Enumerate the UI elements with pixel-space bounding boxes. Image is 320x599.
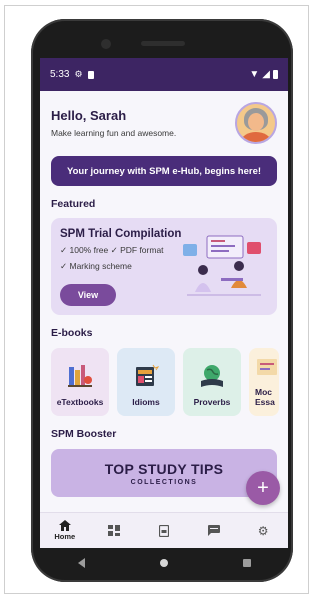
avatar[interactable] bbox=[235, 102, 277, 144]
wifi-icon: ▼ bbox=[249, 69, 260, 80]
nav-home[interactable]: Home bbox=[45, 520, 85, 541]
signal-icon: ◢ bbox=[262, 69, 270, 80]
globe-book-icon bbox=[201, 365, 223, 387]
nav-documents[interactable] bbox=[144, 524, 184, 537]
system-navigation-bar bbox=[40, 548, 288, 578]
ebook-label: Proverbs bbox=[193, 397, 231, 407]
nav-home-label: Home bbox=[54, 532, 76, 541]
essay-icon bbox=[257, 359, 277, 375]
greeting-header: Hello, Sarah Make learning fun and aweso… bbox=[51, 91, 277, 144]
journey-banner[interactable]: Your journey with SPM e-Hub, begins here… bbox=[51, 156, 277, 186]
bottom-navigation: Home ⚙ bbox=[40, 512, 288, 548]
greeting-title: Hello, Sarah bbox=[51, 108, 127, 123]
view-button[interactable]: View bbox=[60, 284, 116, 306]
message-icon bbox=[207, 525, 220, 536]
home-icon bbox=[58, 520, 71, 531]
dashboard-icon bbox=[108, 525, 121, 536]
newspaper-icon bbox=[136, 364, 159, 386]
study-tips-title: TOP STUDY TIPS bbox=[104, 460, 224, 477]
nav-messages[interactable] bbox=[194, 525, 234, 536]
nav-settings[interactable]: ⚙ bbox=[243, 524, 283, 538]
recent-apps-icon[interactable] bbox=[242, 559, 251, 567]
gear-icon: ⚙ bbox=[257, 523, 269, 538]
study-tips-banner[interactable]: TOP STUDY TIPS COLLECTIONS bbox=[51, 449, 277, 497]
home-circle-icon[interactable] bbox=[159, 559, 168, 567]
ebook-label: Idioms bbox=[132, 397, 160, 407]
front-camera bbox=[101, 39, 111, 49]
ebook-label: Moc Essa bbox=[255, 387, 275, 407]
ebook-card-etextbooks[interactable]: eTextbooks bbox=[51, 348, 109, 416]
ebook-card-idioms[interactable]: Idioms bbox=[117, 348, 175, 416]
featured-heading: Featured bbox=[51, 198, 96, 210]
avatar-face bbox=[248, 113, 264, 131]
ebooks-heading: E-books bbox=[51, 327, 93, 339]
back-icon[interactable] bbox=[77, 558, 85, 568]
nav-dashboard[interactable] bbox=[94, 525, 134, 536]
greeting-subtitle: Make learning fun and awesome. bbox=[51, 128, 177, 138]
ebook-label: eTextbooks bbox=[56, 397, 104, 407]
books-icon bbox=[68, 365, 92, 387]
ebook-card-essay[interactable]: Moc Essa bbox=[249, 348, 279, 416]
ebook-card-proverbs[interactable]: Proverbs bbox=[183, 348, 241, 416]
status-bar: 5:33 ⚙ ▼ ◢ bbox=[40, 58, 288, 91]
battery-icon bbox=[273, 70, 278, 79]
sd-card-icon bbox=[87, 70, 94, 79]
document-icon bbox=[158, 524, 169, 537]
earpiece-speaker bbox=[141, 41, 185, 46]
featured-card[interactable]: SPM Trial Compilation ✓ 100% free ✓ PDF … bbox=[51, 218, 277, 315]
settings-status-icon: ⚙ bbox=[74, 69, 83, 79]
study-tips-subtitle: COLLECTIONS bbox=[130, 478, 198, 486]
app-screen: 5:33 ⚙ ▼ ◢ Hello, Sarah Make learning fu… bbox=[40, 58, 288, 548]
study-illustration-icon bbox=[183, 235, 261, 296]
add-fab-button[interactable]: + bbox=[246, 471, 280, 505]
avatar-body bbox=[241, 132, 271, 142]
booster-heading: SPM Booster bbox=[51, 428, 117, 440]
status-time: 5:33 bbox=[50, 69, 70, 80]
ebooks-row: eTextbooks Idioms Proverbs Moc Essa bbox=[51, 348, 279, 416]
